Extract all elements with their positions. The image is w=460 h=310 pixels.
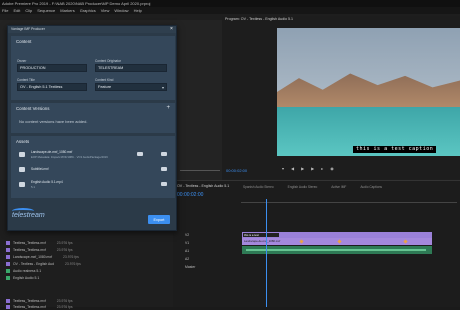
asset-meta: 5.1 (31, 185, 35, 189)
marker-label[interactable]: English Audio Stereo (288, 185, 318, 189)
clip-swatch-icon (6, 269, 10, 273)
menu-bar: File Edit Clip Sequence Markers Graphics… (0, 7, 460, 14)
title-field[interactable]: OV - English 5.1 Textless (17, 83, 87, 91)
audio-clip[interactable] (242, 246, 432, 254)
transport-controls: ▾ ◀ ▶ ▶ ▸ ◉ (282, 166, 334, 171)
timeline-markers: Spanish Audio Stereo English Audio Stere… (243, 185, 382, 189)
list-item[interactable]: Textless_Textless.mxf 23.976 fps (6, 247, 73, 253)
program-monitor-tab[interactable]: Program: OV - Textless - English Audio 5… (222, 16, 293, 22)
list-item[interactable]: OV - Textless - English Aud 23.976 fps (6, 261, 81, 267)
mark-in-icon[interactable]: ▾ (282, 166, 284, 171)
list-item[interactable]: Textless_Textless.mxf 23.976 fps (6, 240, 73, 246)
add-version-icon[interactable]: + (166, 105, 170, 111)
dialog-title: Vantage IMF Producer (8, 26, 176, 33)
asset-name: Landscape-de-mxf_1080.mxf (31, 150, 73, 154)
list-item[interactable]: Audio realness 5.1 (6, 268, 52, 274)
asset-name: English Audio 5.1.mp4 (31, 180, 63, 184)
subtitle-file-icon (19, 167, 25, 172)
versions-heading: Content Versions (16, 106, 50, 111)
chevron-down-icon: ▾ (161, 85, 164, 90)
list-item[interactable]: Textless_Textless.mxf 23.976 fps (6, 304, 73, 310)
video-frame: this is a test caption (277, 28, 460, 156)
clip-swatch-icon (6, 262, 10, 266)
menu-markers[interactable]: Markers (60, 7, 74, 14)
title-label: Content Title (17, 78, 35, 82)
eye-icon[interactable] (161, 152, 167, 156)
step-back-icon[interactable]: ◀ (291, 166, 294, 171)
timeline-timecode[interactable]: 00:00:02:00 (177, 192, 203, 198)
video-clip-label: Landscape-de-mxf_1080.mxf (244, 239, 281, 243)
marker-label[interactable]: Spanish Audio Stereo (243, 185, 274, 189)
track-label-a1[interactable]: A1 (185, 249, 189, 253)
playhead[interactable] (266, 199, 267, 307)
export-frame-icon[interactable]: ◉ (330, 166, 334, 171)
clip-swatch-icon (6, 299, 10, 303)
marker-label[interactable]: Active IMF (331, 185, 346, 189)
telestream-logo: telestream (12, 212, 45, 219)
track-label-a2[interactable]: A2 (185, 257, 189, 261)
owner-label: Owner (17, 59, 27, 63)
menu-edit[interactable]: Edit (13, 7, 20, 14)
clip-swatch-icon (6, 276, 10, 280)
originator-label: Content Originator (95, 59, 122, 63)
timeline-ruler[interactable] (241, 197, 457, 203)
eye-icon[interactable] (161, 167, 167, 171)
program-timecode[interactable]: 00:00:02:00 (226, 168, 247, 173)
content-section: Content Owner PRODUCTION Content Origina… (11, 36, 175, 100)
track-label-v1[interactable]: V1 (185, 241, 189, 245)
menu-graphics[interactable]: Graphics (80, 7, 96, 14)
tag-icon[interactable] (137, 152, 143, 156)
window-title-bar: Adobe Premiere Pro 2019 - F:\NAB 2020\NA… (0, 0, 460, 7)
asset-row[interactable]: English Audio 5.1.mp4 5.1 (17, 179, 173, 193)
owner-field[interactable]: PRODUCTION (17, 64, 87, 72)
menu-sequence[interactable]: Sequence (37, 7, 55, 14)
close-icon[interactable]: × (169, 27, 174, 32)
audio-waveform (246, 249, 426, 251)
menu-file[interactable]: File (2, 7, 8, 14)
list-item[interactable]: English Audio 5.1 (6, 275, 50, 281)
assets-heading: Assets (16, 139, 30, 144)
source-ruler (180, 170, 220, 174)
asset-row[interactable]: SubtitleLmxf (17, 164, 173, 178)
asset-meta: EOP Metadata: 1Gpa/s MXF/1080... VC3 Aud… (31, 155, 108, 159)
kind-label: Content Kind (95, 78, 114, 82)
originator-field[interactable]: TELESTREAM (95, 64, 167, 72)
program-monitor: Program: OV - Textless - English Audio 5… (222, 16, 460, 179)
menu-window[interactable]: Window (114, 7, 128, 14)
video-file-icon (19, 152, 25, 157)
menu-clip[interactable]: Clip (25, 7, 32, 14)
imf-producer-dialog: Vantage IMF Producer × Content Owner PRO… (7, 25, 177, 231)
play-icon[interactable]: ▶ (301, 166, 304, 171)
menu-view[interactable]: View (101, 7, 110, 14)
timeline-tab[interactable]: OV - Textless - English Audio 5.1 (177, 184, 229, 188)
mark-out-icon[interactable]: ▸ (321, 166, 323, 171)
asset-name: SubtitleLmxf (31, 167, 49, 171)
content-heading: Content (16, 39, 32, 44)
list-item[interactable]: Landscape-mxf_1080.mxf 23.976 fps (6, 254, 79, 260)
eye-icon[interactable] (161, 182, 167, 186)
clip-swatch-icon (6, 305, 10, 309)
clip-swatch-icon (6, 241, 10, 245)
assets-section: Assets Landscape-de-mxf_1080.mxf EOP Met… (11, 136, 175, 198)
kind-select[interactable]: Feature ▾ (95, 83, 167, 91)
clip-swatch-icon (6, 255, 10, 259)
menu-help[interactable]: Help (134, 7, 142, 14)
marker-label[interactable]: Audio Captions (360, 185, 382, 189)
versions-empty-text: No content versions have been added. (19, 119, 88, 124)
step-forward-icon[interactable]: ▶ (311, 166, 314, 171)
audio-file-icon (19, 182, 25, 187)
track-label-v2[interactable]: V2 (185, 233, 189, 237)
caption-overlay: this is a test caption (353, 146, 437, 153)
clip-swatch-icon (6, 248, 10, 252)
asset-row[interactable]: Landscape-de-mxf_1080.mxf EOP Metadata: … (17, 149, 173, 163)
caption-clip-label: this is a test (243, 233, 279, 237)
track-label-master[interactable]: Master (185, 265, 195, 269)
export-button[interactable]: Export (148, 215, 170, 224)
versions-section: Content Versions + No content versions h… (11, 103, 175, 133)
